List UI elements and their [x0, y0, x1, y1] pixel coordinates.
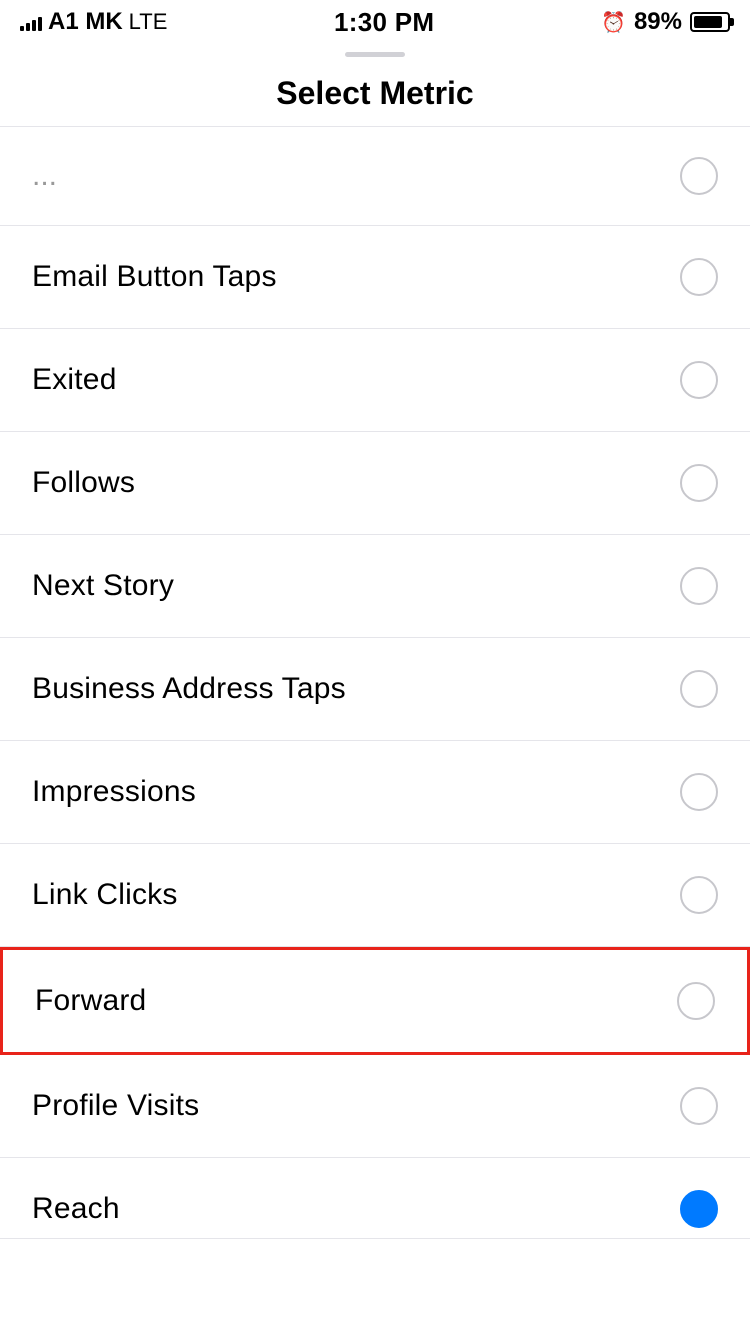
- metric-label-link-clicks: Link Clicks: [32, 878, 178, 912]
- drag-handle[interactable]: [0, 44, 750, 61]
- metric-item-next-story[interactable]: Next Story: [0, 535, 750, 638]
- metric-label-next-story: Next Story: [32, 569, 174, 603]
- status-bar: A1 MK LTE 1:30 PM ⏰ 89%: [0, 0, 750, 44]
- page-title: Select Metric: [276, 75, 473, 111]
- radio-button-forward[interactable]: [677, 982, 715, 1020]
- radio-button-reach[interactable]: [680, 1190, 718, 1228]
- metric-label-profile-visits: Profile Visits: [32, 1089, 199, 1123]
- radio-button-email-button-taps[interactable]: [680, 258, 718, 296]
- metric-item-partial[interactable]: ...: [0, 127, 750, 226]
- status-carrier: A1 MK LTE: [20, 8, 167, 36]
- metric-item-follows[interactable]: Follows: [0, 432, 750, 535]
- alarm-icon: ⏰: [601, 10, 626, 35]
- metric-label-forward: Forward: [35, 984, 146, 1018]
- signal-icon: [20, 13, 42, 31]
- radio-button-exited[interactable]: [680, 361, 718, 399]
- radio-button-partial[interactable]: [680, 157, 718, 195]
- metric-label-reach: Reach: [32, 1192, 120, 1226]
- metric-label-exited: Exited: [32, 363, 117, 397]
- metric-item-link-clicks[interactable]: Link Clicks: [0, 844, 750, 947]
- metric-label-business-address-taps: Business Address Taps: [32, 672, 346, 706]
- metric-item-email-button-taps[interactable]: Email Button Taps: [0, 226, 750, 329]
- metric-item-exited[interactable]: Exited: [0, 329, 750, 432]
- radio-button-profile-visits[interactable]: [680, 1087, 718, 1125]
- radio-button-next-story[interactable]: [680, 567, 718, 605]
- status-time: 1:30 PM: [334, 7, 434, 38]
- radio-button-link-clicks[interactable]: [680, 876, 718, 914]
- metric-item-impressions[interactable]: Impressions: [0, 741, 750, 844]
- metric-item-reach[interactable]: Reach: [0, 1158, 750, 1239]
- battery-icon: [690, 12, 730, 32]
- radio-button-follows[interactable]: [680, 464, 718, 502]
- modal-header: Select Metric: [0, 61, 750, 127]
- partial-metric-label: ...: [32, 159, 57, 193]
- metric-item-business-address-taps[interactable]: Business Address Taps: [0, 638, 750, 741]
- metric-item-profile-visits[interactable]: Profile Visits: [0, 1055, 750, 1158]
- metric-label-impressions: Impressions: [32, 775, 196, 809]
- radio-button-business-address-taps[interactable]: [680, 670, 718, 708]
- radio-button-impressions[interactable]: [680, 773, 718, 811]
- metric-label-email-button-taps: Email Button Taps: [32, 260, 277, 294]
- metric-label-follows: Follows: [32, 466, 135, 500]
- metric-item-forward[interactable]: Forward: [0, 947, 750, 1055]
- status-battery: ⏰ 89%: [601, 8, 730, 36]
- metric-list: Email Button Taps Exited Follows Next Story…: [0, 226, 750, 1239]
